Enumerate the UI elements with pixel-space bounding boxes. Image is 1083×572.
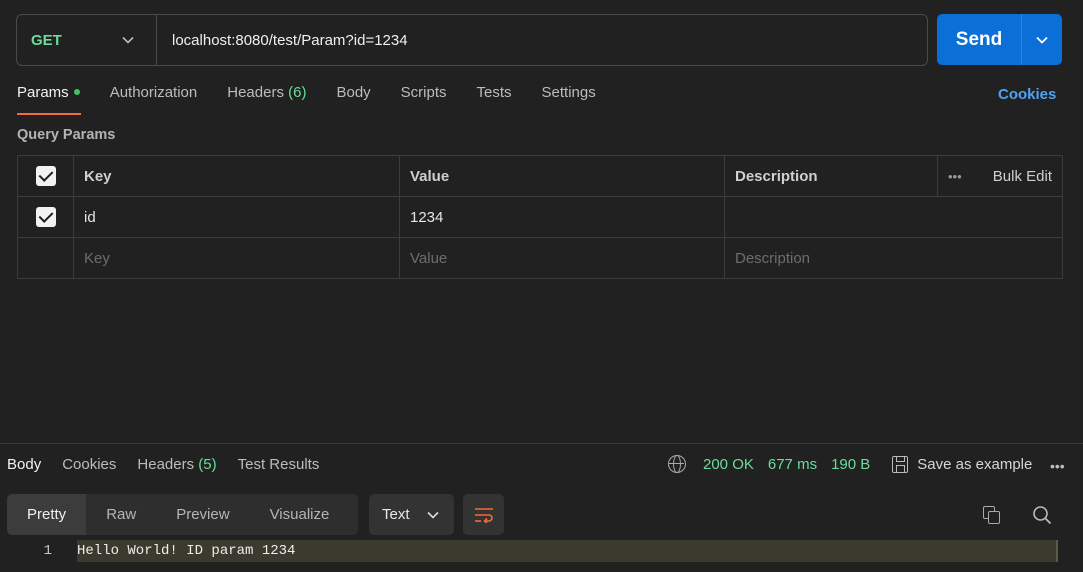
bulk-edit-button[interactable]: Bulk Edit (993, 168, 1052, 185)
tab-tests[interactable]: Tests (477, 84, 512, 116)
bulk-edit-cell: ••• Bulk Edit (937, 155, 1063, 197)
param-value[interactable]: 1234 (399, 196, 725, 238)
params-table: Key Value Description ••• Bulk Edit id 1… (17, 155, 1063, 279)
wrap-lines-icon (474, 507, 493, 523)
request-tabs: Params Authorization Headers (6) Body Sc… (17, 84, 626, 116)
method-select[interactable]: GET (17, 15, 157, 65)
row-checkbox-cell (17, 237, 74, 279)
view-preview[interactable]: Preview (156, 494, 249, 535)
query-params-title: Query Params (17, 127, 116, 143)
response-size[interactable]: 190 B (831, 456, 870, 473)
response-tabs: Body Cookies Headers (5) Test Results (7, 456, 340, 473)
column-key: Key (73, 155, 400, 197)
tab-label: Params (17, 84, 69, 101)
table-row-placeholder: Key Value Description (17, 237, 1063, 279)
param-description[interactable] (724, 196, 1063, 238)
table-row: id 1234 (17, 196, 1063, 238)
checkbox-checked-icon[interactable] (35, 207, 56, 227)
chevron-down-icon (1036, 36, 1048, 44)
new-value-input[interactable]: Value (399, 237, 725, 279)
view-raw[interactable]: Raw (86, 494, 156, 535)
headers-count: (6) (288, 84, 307, 101)
checkbox-checked-icon[interactable] (35, 166, 56, 186)
tab-response-body[interactable]: Body (7, 456, 41, 473)
view-pretty[interactable]: Pretty (7, 494, 87, 535)
globe-icon[interactable] (668, 455, 686, 473)
more-icon[interactable]: ••• (948, 169, 962, 184)
more-icon[interactable]: ••• (1050, 458, 1065, 474)
params-active-dot (73, 89, 80, 96)
view-visualize[interactable]: Visualize (250, 494, 350, 535)
cookies-link[interactable]: Cookies (998, 86, 1056, 103)
tab-response-headers[interactable]: Headers (5) (137, 456, 216, 473)
tab-authorization[interactable]: Authorization (110, 84, 198, 116)
tab-label: Headers (137, 456, 195, 473)
param-key[interactable]: id (73, 196, 400, 238)
tab-body[interactable]: Body (336, 84, 370, 116)
tab-label: Headers (227, 84, 284, 101)
format-label: Text (382, 506, 410, 523)
panel-divider[interactable] (0, 443, 1083, 444)
copy-icon[interactable] (983, 506, 1001, 524)
select-all-cell (17, 155, 74, 197)
save-as-example-label: Save as example (917, 455, 1033, 473)
row-checkbox-cell (17, 196, 74, 238)
copy-icon-front (988, 511, 1000, 524)
line-number: 1 (43, 543, 52, 559)
tab-headers[interactable]: Headers (6) (227, 84, 306, 116)
chevron-down-icon (427, 511, 439, 519)
new-key-input[interactable]: Key (73, 237, 400, 279)
tab-scripts[interactable]: Scripts (401, 84, 447, 116)
url-input[interactable] (157, 15, 927, 65)
view-mode-segment: Pretty Raw Preview Visualize (7, 494, 358, 535)
search-icon-glyph (1033, 506, 1052, 525)
tab-params[interactable]: Params (17, 84, 81, 116)
send-button[interactable]: Send (937, 14, 1021, 65)
method-label: GET (31, 31, 62, 49)
tab-response-cookies[interactable]: Cookies (62, 456, 116, 473)
tab-test-results[interactable]: Test Results (238, 456, 320, 473)
response-body-text[interactable]: Hello World! ID param 1234 (77, 540, 1058, 562)
params-header-row: Key Value Description ••• Bulk Edit (17, 155, 1063, 197)
wrap-lines-button[interactable] (463, 494, 504, 535)
new-description-input[interactable]: Description (724, 237, 1063, 279)
status-code[interactable]: 200 OK (703, 456, 754, 473)
tab-settings[interactable]: Settings (542, 84, 596, 116)
chevron-down-icon (122, 36, 134, 44)
response-status-bar: 200 OK 677 ms 190 B Save as example (668, 455, 1032, 473)
send-options-button[interactable] (1021, 14, 1062, 65)
column-value: Value (399, 155, 725, 197)
column-description: Description (724, 155, 938, 197)
url-bar: GET (16, 14, 928, 66)
search-icon[interactable] (1032, 505, 1052, 525)
response-time[interactable]: 677 ms (768, 456, 817, 473)
save-icon (892, 455, 909, 473)
response-headers-count: (5) (198, 456, 217, 473)
format-select[interactable]: Text (369, 494, 454, 535)
save-as-example-button[interactable]: Save as example (892, 455, 1033, 473)
send-button-group: Send (937, 14, 1062, 65)
response-code-line: 1 Hello World! ID param 1234 (0, 540, 1083, 562)
